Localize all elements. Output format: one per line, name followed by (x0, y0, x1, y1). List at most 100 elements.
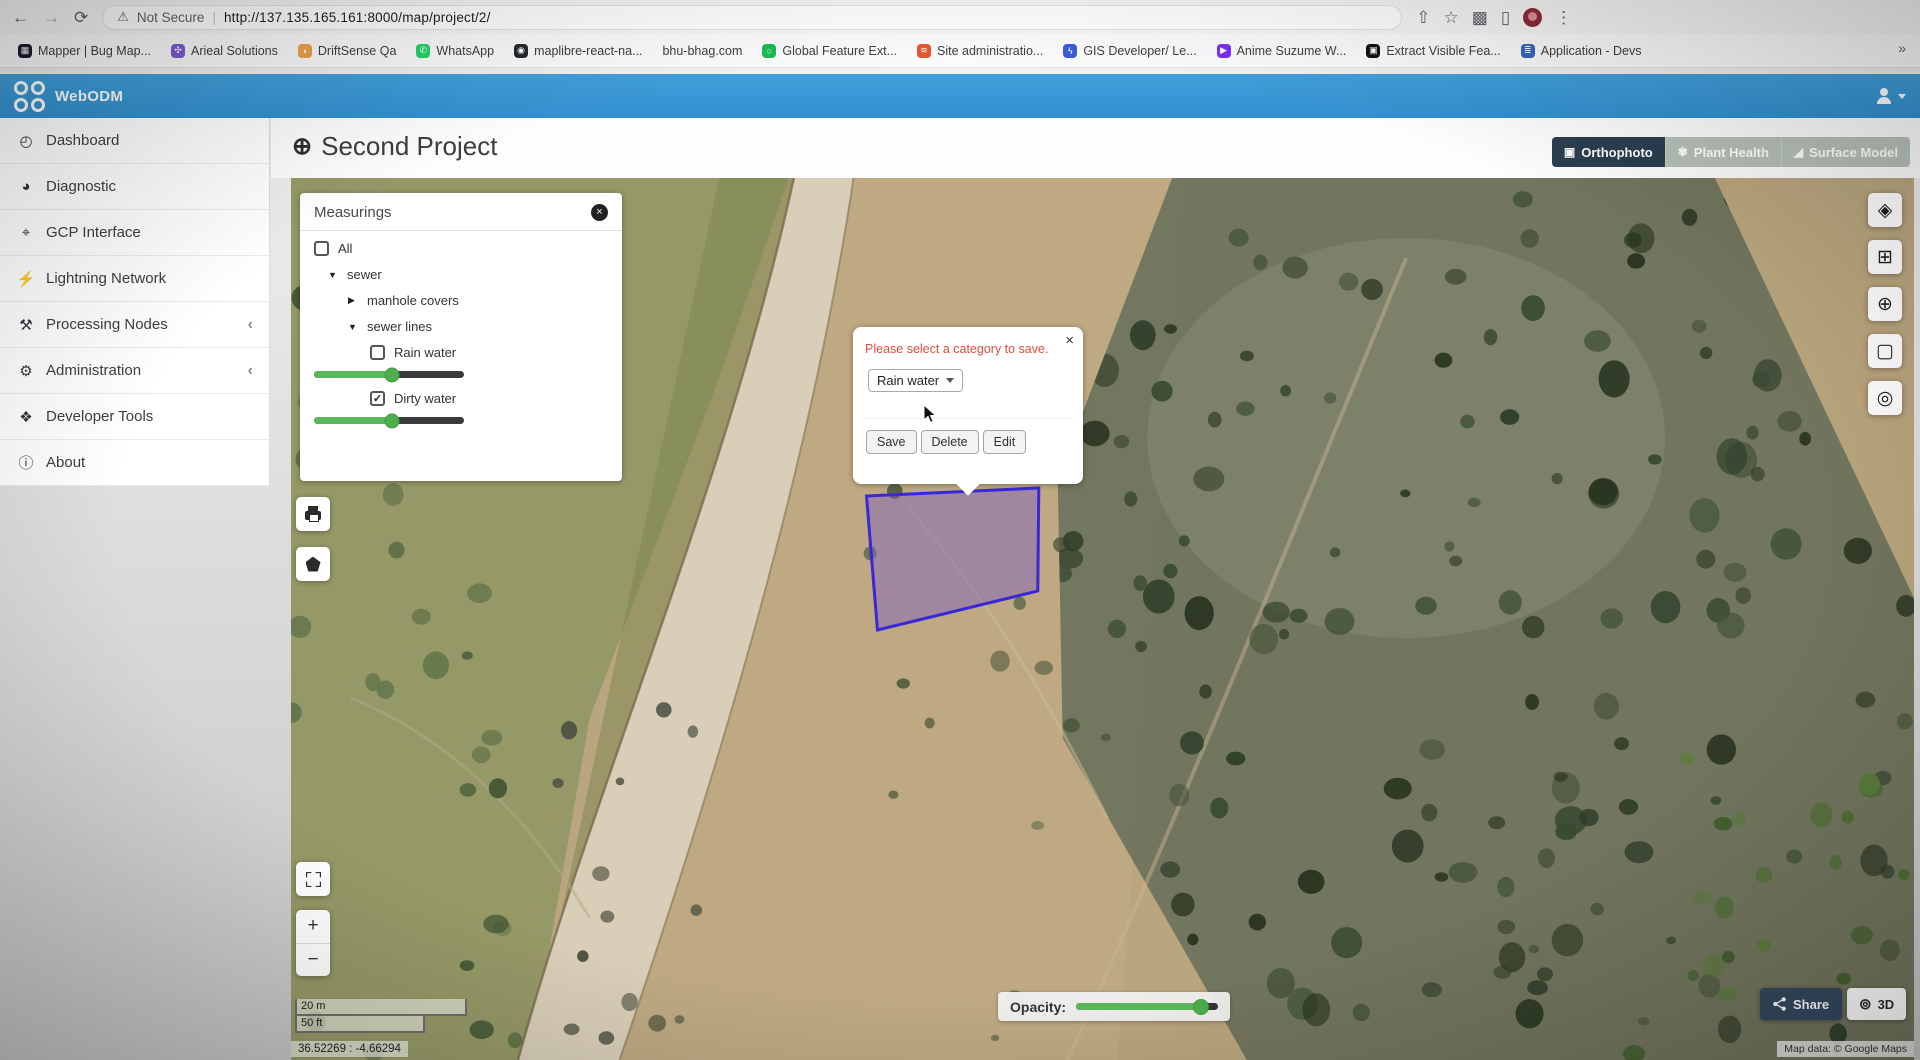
security-label: Not Secure (136, 9, 205, 25)
bookmark-gis-developer-le[interactable]: ϟ GIS Developer/ Le... (1055, 41, 1204, 61)
close-icon[interactable]: × (591, 204, 608, 221)
content-header: ⊕ Second Project ▣ Orthophoto ✾ Plant He… (271, 118, 1920, 178)
print-button[interactable] (296, 497, 330, 531)
user-menu[interactable] (1876, 88, 1906, 104)
category-select[interactable]: Rain water (868, 369, 964, 392)
layer-label: All (338, 241, 353, 256)
tab-orthophoto[interactable]: ▣ Orthophoto (1551, 137, 1665, 167)
sidebar-item-administration[interactable]: ⚙ Administration ‹ (0, 348, 269, 394)
page-title: ⊕ Second Project (292, 131, 497, 162)
bookmark-bhu-bhag-com[interactable]: bhu-bhag.com (654, 41, 750, 61)
edit-button[interactable]: Edit (982, 430, 1027, 454)
side-panel-icon[interactable]: ▯ (1501, 9, 1510, 26)
sidebar-item-diagnostic[interactable]: ◕ Diagnostic (0, 164, 269, 210)
layers-button[interactable]: ◈ (1868, 193, 1902, 227)
sidebar-item-processing-nodes[interactable]: ⚒ Processing Nodes ‹ (0, 302, 269, 348)
slider-thumb[interactable] (384, 367, 400, 382)
slider-thumb[interactable] (1192, 998, 1209, 1015)
webodm-navbar: WebODM (0, 74, 1920, 118)
bookmark-mapper-bug-map[interactable]: ▦ Mapper | Bug Map... (10, 41, 159, 61)
delete-button[interactable]: Delete (920, 430, 979, 454)
draw-polygon-button[interactable] (296, 547, 330, 581)
address-bar[interactable]: ⚠ Not Secure | http://137.135.165.161:80… (102, 4, 1403, 30)
bookmark-label: Mapper | Bug Map... (38, 43, 152, 58)
save-button[interactable]: Save (866, 430, 917, 454)
zoom-out-button[interactable]: − (296, 944, 330, 977)
browser-chrome: ← → ⟳ ⚠ Not Secure | http://137.135.165.… (0, 0, 1920, 68)
caret-down-icon[interactable]: ▼ (348, 322, 358, 332)
bookmark-label: WhatsApp (436, 43, 495, 58)
sidebar-item-label: Lightning Network (46, 270, 167, 287)
sidebar-item-label: Diagnostic (46, 178, 117, 195)
bookmark-extract-visible-fea[interactable]: ▣ Extract Visible Fea... (1358, 41, 1508, 61)
layer-row-rain-water: Rain water (370, 345, 608, 360)
bookmark-arieal-solutions[interactable]: ✣ Arieal Solutions (163, 41, 286, 61)
bookmark-application-devs[interactable]: ≣ Application - Devs (1513, 41, 1650, 61)
sidebar-item-lightning-network[interactable]: ⚡ Lightning Network (0, 256, 269, 302)
menu-dots-icon[interactable]: ⋮ (1555, 9, 1572, 26)
bookmark-driftsense-qa[interactable]: ◖ DriftSense Qa (290, 41, 405, 61)
bookmark-site-administratio[interactable]: ≋ Site administratio... (909, 41, 1051, 61)
rain-water-opacity-row (314, 367, 608, 382)
sidebar: ◴ Dashboard ◕ Diagnostic ⌖ GCP Interface… (0, 118, 270, 486)
draw-rectangle-button[interactable]: ▢ (1868, 334, 1902, 368)
map-canvas[interactable]: Measurings × All ▼ sewer ▶ manhole cover… (291, 178, 1914, 1060)
bookmark-favicon: ≣ (1520, 43, 1535, 58)
tab-plant-health[interactable]: ✾ Plant Health (1664, 137, 1781, 167)
dirty-water-checkbox[interactable]: ✓ (370, 391, 385, 406)
fullscreen-button[interactable] (296, 862, 330, 896)
tab-surface-model[interactable]: ◢ Surface Model (1780, 137, 1910, 167)
bookmark-star-icon[interactable]: ☆ (1444, 9, 1459, 26)
bookmark-global-feature-ext[interactable]: ○ Global Feature Ext... (754, 41, 905, 61)
bookmark-favicon: ◖ (297, 43, 312, 58)
bookmark-favicon: ▶ (1216, 43, 1231, 58)
profile-avatar[interactable] (1523, 7, 1543, 27)
opacity-label: Opacity: (1010, 998, 1067, 1015)
group-row-sewer-lines[interactable]: ▼ sewer lines (348, 319, 608, 334)
back-icon[interactable]: ← (12, 9, 29, 26)
bookmark-label: Arieal Solutions (191, 43, 278, 58)
rain-water-checkbox[interactable] (370, 345, 385, 360)
group-row-sewer[interactable]: ▼ sewer (328, 267, 608, 282)
address-divider: | (212, 9, 216, 25)
webodm-logo-icon[interactable] (14, 80, 45, 112)
bookmark-maplibre-react-na[interactable]: ◉ maplibre-react-na... (506, 41, 650, 61)
reload-icon[interactable]: ⟳ (74, 9, 88, 26)
brand-title[interactable]: WebODM (55, 88, 123, 105)
forward-icon[interactable]: → (43, 9, 60, 26)
caret-right-icon[interactable]: ▶ (348, 295, 358, 306)
dirty-water-opacity-slider[interactable] (314, 413, 464, 428)
bookmarks-overflow-chevron[interactable]: » (1890, 40, 1914, 56)
opacity-slider[interactable] (1076, 998, 1218, 1015)
close-icon[interactable]: × (1065, 333, 1074, 348)
url-text: http://137.135.165.161:8000/map/project/… (223, 9, 491, 25)
group-row-manhole-covers[interactable]: ▶ manhole covers (348, 293, 608, 308)
sidebar-item-icon: ⚒ (19, 316, 33, 334)
grid-view-button[interactable]: ⊞ (1868, 240, 1902, 274)
share-button[interactable]: Share (1760, 988, 1843, 1020)
bookmark-whatsapp[interactable]: ✆ WhatsApp (408, 41, 502, 61)
zoom-in-button[interactable]: + (296, 910, 330, 944)
slider-thumb[interactable] (384, 413, 400, 428)
sidebar-item-about[interactable]: ⓘ About (0, 440, 269, 486)
rain-water-opacity-slider[interactable] (314, 367, 464, 382)
threed-button[interactable]: ⊚ 3D (1847, 988, 1907, 1020)
circle-tool-button[interactable]: ◎ (1868, 381, 1902, 415)
sidebar-item-gcp-interface[interactable]: ⌖ GCP Interface (0, 210, 269, 256)
share-page-icon[interactable]: ⇧ (1416, 9, 1430, 26)
scale-imperial: 50 ft (295, 1013, 425, 1033)
sidebar-item-label: Processing Nodes (46, 316, 168, 333)
sidebar-item-dashboard[interactable]: ◴ Dashboard (0, 118, 269, 164)
add-annotation-button[interactable]: ⊕ (1868, 287, 1902, 321)
caret-down-icon[interactable]: ▼ (328, 270, 338, 280)
browser-toolbar: ← → ⟳ ⚠ Not Secure | http://137.135.165.… (0, 0, 1920, 34)
opacity-control: Opacity: (998, 992, 1230, 1021)
all-checkbox[interactable] (314, 241, 329, 256)
measurings-title: Measurings (314, 204, 392, 221)
extensions-icon[interactable]: ▩ (1472, 9, 1488, 26)
area-chart-icon: ◢ (1793, 145, 1804, 159)
sidebar-item-developer-tools[interactable]: ❖ Developer Tools (0, 394, 269, 440)
threed-label: 3D (1877, 996, 1895, 1012)
sidebar-item-icon: ⚙ (19, 362, 33, 380)
bookmark-anime-suzume-w[interactable]: ▶ Anime Suzume W... (1209, 41, 1355, 61)
